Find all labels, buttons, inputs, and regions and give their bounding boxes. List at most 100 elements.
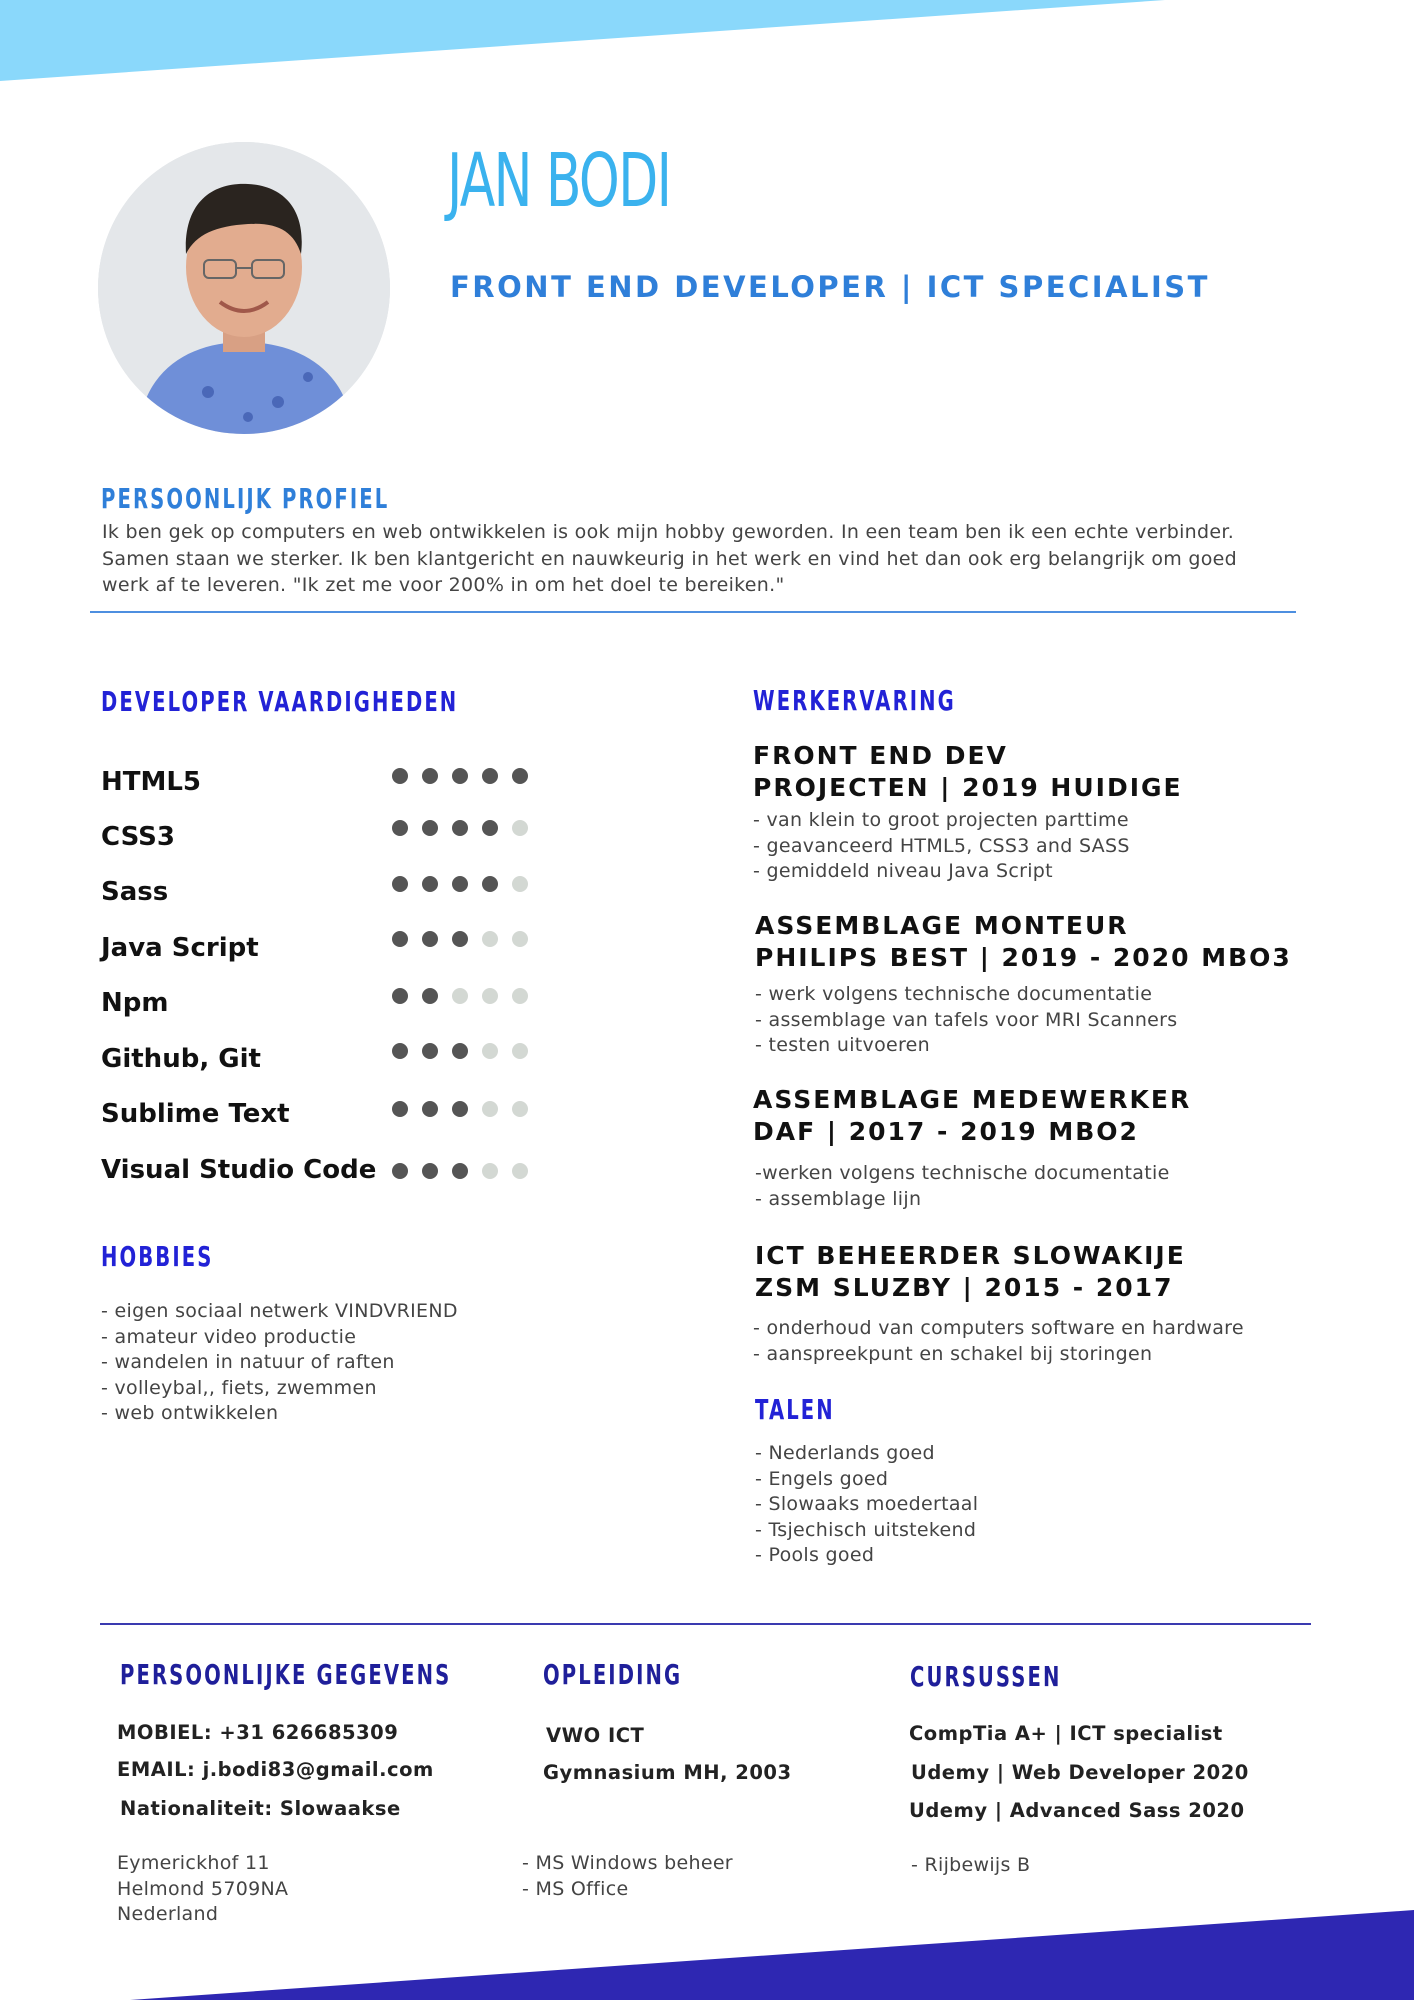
languages-heading: TALEN xyxy=(755,1393,835,1426)
rating-dot-empty xyxy=(512,1163,528,1179)
rating-dot-filled xyxy=(392,931,408,947)
rating-dot-filled xyxy=(422,768,438,784)
list-item: - eigen sociaal netwerk VINDVRIEND xyxy=(101,1300,458,1322)
list-item: - amateur video productie xyxy=(101,1325,357,1348)
email-address: EMAIL: j.bodi83@gmail.com xyxy=(117,1758,434,1781)
skill-rating xyxy=(392,1043,528,1059)
job-title: ICT BEHEERDER SLOWAKIJE ZSM SLUZBY | 201… xyxy=(755,1240,1186,1304)
rating-dot-empty xyxy=(482,931,498,947)
rating-dot-filled xyxy=(452,876,468,892)
languages-list: - Nederlands goed - Engels goed - Slowaa… xyxy=(755,1441,978,1569)
job-duties: - van klein to groot projecten parttime … xyxy=(753,808,1130,885)
education-school: Gymnasium MH, 2003 xyxy=(543,1761,792,1784)
rating-dot-filled xyxy=(452,931,468,947)
address-line: Helmond 5709NA xyxy=(117,1877,289,1900)
profile-photo xyxy=(98,142,390,434)
rating-dot-empty xyxy=(482,1163,498,1179)
rating-dot-filled xyxy=(422,820,438,836)
skill-rating xyxy=(392,1101,528,1117)
job-title: ASSEMBLAGE MEDEWERKER DAF | 2017 - 2019 … xyxy=(753,1084,1191,1148)
hobbies-heading: HOBBIES xyxy=(101,1240,214,1273)
skill-label: HTML5 xyxy=(101,767,202,797)
list-item: - Slowaaks moedertaal xyxy=(755,1493,979,1515)
rating-dot-empty xyxy=(512,988,528,1004)
rating-dot-filled xyxy=(392,1163,408,1179)
skill-rating xyxy=(392,988,528,1004)
rating-dot-filled xyxy=(452,1101,468,1117)
rating-dot-empty xyxy=(452,988,468,1004)
rating-dot-filled xyxy=(422,876,438,892)
job-title-line: FRONT END DEV xyxy=(753,741,1008,770)
job-title-line: DAF | 2017 - 2019 MBO2 xyxy=(753,1117,1139,1146)
skill-label: Sublime Text xyxy=(101,1099,290,1129)
address: Eymerickhof 11 Helmond 5709NA Nederland xyxy=(117,1851,288,1928)
list-item: - MS Windows beheer xyxy=(522,1852,733,1874)
list-item: - web ontwikkelen xyxy=(101,1402,279,1424)
list-item: - Engels goed xyxy=(755,1467,889,1490)
skill-rating xyxy=(392,1163,528,1179)
rating-dot-filled xyxy=(482,876,498,892)
address-line: Eymerickhof 11 xyxy=(117,1852,270,1874)
skill-label: Visual Studio Code xyxy=(101,1155,377,1185)
skill-rating xyxy=(392,876,528,892)
profile-line: werk af te leveren. "Ik zet me voor 200%… xyxy=(102,574,785,596)
job-title-line: PROJECTEN | 2019 HUIDIGE xyxy=(753,773,1183,802)
list-item: - geavanceerd HTML5, CSS3 and SASS xyxy=(753,834,1130,857)
rating-dot-filled xyxy=(452,1043,468,1059)
rating-dot-filled xyxy=(482,768,498,784)
hobbies-list: - eigen sociaal netwerk VINDVRIEND - ama… xyxy=(101,1299,458,1427)
list-item: - Pools goed xyxy=(755,1544,875,1566)
list-item: - volleybal,, fiets, zwemmen xyxy=(101,1376,377,1399)
skill-label: CSS3 xyxy=(101,822,175,852)
rating-dot-empty xyxy=(512,820,528,836)
list-item: - assemblage van tafels voor MRI Scanner… xyxy=(755,1008,1178,1031)
rating-dot-empty xyxy=(482,1043,498,1059)
rating-dot-filled xyxy=(482,820,498,836)
rating-dot-filled xyxy=(422,1163,438,1179)
personal-heading: PERSOONLIJKE GEGEVENS xyxy=(120,1658,452,1691)
rating-dot-filled xyxy=(452,1163,468,1179)
skill-rating xyxy=(392,768,528,784)
rating-dot-empty xyxy=(482,988,498,1004)
course-item: CompTia A+ | ICT specialist xyxy=(909,1722,1223,1745)
course-item: Udemy | Advanced Sass 2020 xyxy=(909,1799,1245,1822)
top-accent-band xyxy=(0,0,1165,81)
skills-heading: DEVELOPER VAARDIGHEDEN xyxy=(101,685,459,718)
job-title-line: ASSEMBLAGE MEDEWERKER xyxy=(753,1085,1192,1114)
list-item: - testen uitvoeren xyxy=(755,1034,931,1056)
skill-rating xyxy=(392,820,528,836)
profile-line: Samen staan we sterker. Ik ben klantgeri… xyxy=(102,547,1238,570)
list-item: - Tsjechisch uitstekend xyxy=(755,1518,977,1541)
rating-dot-filled xyxy=(392,1043,408,1059)
nationality: Nationaliteit: Slowaakse xyxy=(120,1797,401,1820)
rating-dot-filled xyxy=(392,876,408,892)
rating-dot-filled xyxy=(422,988,438,1004)
work-heading: WERKERVARING xyxy=(753,684,956,717)
rating-dot-filled xyxy=(512,768,528,784)
job-title: FRONT END DEV PROJECTEN | 2019 HUIDIGE xyxy=(753,740,1183,804)
mobile-number: MOBIEL: +31 626685309 xyxy=(117,1721,399,1744)
courses-heading: CURSUSSEN xyxy=(910,1660,1062,1693)
skill-label: Java Script xyxy=(101,933,259,963)
rating-dot-filled xyxy=(392,768,408,784)
skill-label: Github, Git xyxy=(101,1044,261,1074)
skill-label: Npm xyxy=(101,988,169,1018)
job-subtitle: FRONT END DEVELOPER | ICT SPECIALIST xyxy=(450,270,1210,304)
rating-dot-filled xyxy=(422,1101,438,1117)
job-duties: - werk volgens technische documentatie -… xyxy=(755,982,1177,1059)
job-title: ASSEMBLAGE MONTEUR PHILIPS BEST | 2019 -… xyxy=(755,910,1292,974)
job-title-line: ICT BEHEERDER SLOWAKIJE xyxy=(755,1241,1186,1270)
rating-dot-filled xyxy=(422,931,438,947)
list-item: - onderhoud van computers software en ha… xyxy=(753,1317,1244,1339)
rating-dot-filled xyxy=(392,820,408,836)
job-duties: - onderhoud van computers software en ha… xyxy=(753,1316,1244,1367)
profile-line: Ik ben gek op computers en web ontwikkel… xyxy=(102,521,1235,543)
skill-label: Sass xyxy=(101,877,169,907)
rating-dot-empty xyxy=(512,1043,528,1059)
list-item: - van klein to groot projecten parttime xyxy=(753,809,1129,831)
list-item: - werk volgens technische documentatie xyxy=(755,983,1153,1005)
list-item: - assemblage lijn xyxy=(755,1187,922,1210)
profile-text: Ik ben gek op computers en web ontwikkel… xyxy=(102,519,1302,599)
rating-dot-filled xyxy=(422,1043,438,1059)
list-item: -werken volgens technische documentatie xyxy=(755,1162,1170,1184)
